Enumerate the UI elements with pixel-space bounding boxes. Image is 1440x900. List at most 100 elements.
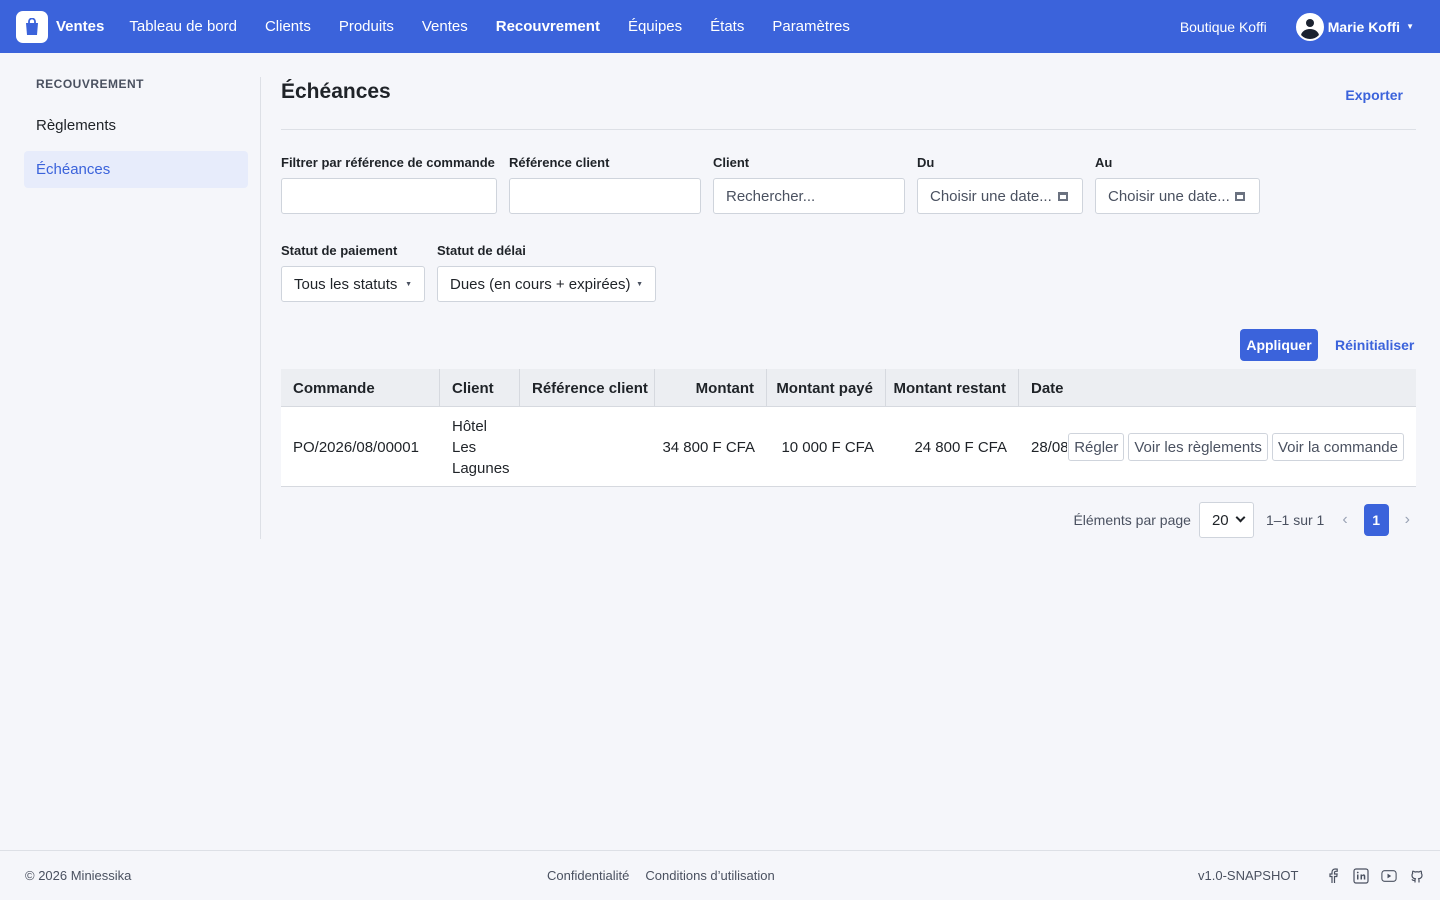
- nav-link-collection[interactable]: Recouvrement: [496, 18, 600, 35]
- cell-order: PO/2026/08/00001: [293, 438, 419, 456]
- delay-status-select[interactable]: Dues (en cours + expirées) ▼: [437, 266, 656, 302]
- chevron-down-icon: [1235, 512, 1246, 523]
- facebook-icon[interactable]: [1325, 867, 1341, 884]
- client-filter: Client Rechercher...: [713, 155, 905, 214]
- payment-status-value: Tous les statuts: [294, 275, 398, 293]
- order-ref-label: Filtrer par référence de commande: [281, 155, 495, 170]
- social-links: [1313, 867, 1425, 884]
- youtube-icon[interactable]: [1381, 868, 1397, 884]
- cell-date: 28/08: [1031, 438, 1067, 456]
- page-title: Échéances: [281, 80, 391, 103]
- column-header-remaining[interactable]: Montant restant: [886, 369, 1019, 407]
- cell-client-ref: [520, 407, 655, 487]
- nav-link-products[interactable]: Produits: [339, 18, 394, 35]
- nav-link-clients[interactable]: Clients: [265, 18, 311, 35]
- terms-link[interactable]: Conditions d’utilisation: [645, 868, 774, 883]
- store-switcher[interactable]: Boutique Koffi: [1180, 19, 1267, 35]
- apply-button[interactable]: Appliquer: [1240, 329, 1318, 361]
- cell-remaining: 24 800 F CFA: [914, 438, 1007, 456]
- delay-status-filter: Statut de délai Dues (en cours + expirée…: [437, 243, 656, 302]
- per-page-value: 20: [1211, 511, 1229, 529]
- client-ref-filter: Référence client: [509, 155, 701, 214]
- date-from-filter: Du Choisir une date...: [917, 155, 1083, 214]
- app-version: v1.0-SNAPSHOT: [1198, 868, 1299, 883]
- client-ref-label: Référence client: [509, 155, 610, 170]
- sidebar: RECOUVREMENT Règlements Échéances: [24, 77, 248, 188]
- per-page-label: Éléments par page: [1073, 512, 1191, 528]
- column-header-client-ref[interactable]: Référence client: [520, 369, 655, 407]
- export-button[interactable]: Exporter: [1345, 87, 1403, 103]
- user-menu[interactable]: Marie Koffi ▼: [1295, 12, 1414, 41]
- table-header: Commande Client Référence client Montant…: [281, 369, 1416, 407]
- payment-status-select[interactable]: Tous les statuts ▼: [281, 266, 425, 302]
- main-content: Échéances Exporter Filtrer par référence…: [281, 77, 1416, 538]
- date-to-filter: Au Choisir une date...: [1095, 155, 1260, 214]
- delay-status-value: Dues (en cours + expirées): [450, 275, 631, 293]
- column-header-paid[interactable]: Montant payé: [767, 369, 886, 407]
- sidebar-item-payments[interactable]: Règlements: [24, 107, 248, 144]
- date-to-label: Au: [1095, 155, 1113, 170]
- nav-link-sales[interactable]: Ventes: [422, 18, 468, 35]
- linkedin-icon[interactable]: [1353, 867, 1369, 884]
- nav-link-teams[interactable]: Équipes: [628, 18, 682, 35]
- sidebar-divider: [260, 77, 261, 539]
- pagination: Éléments par page 20 1–1 sur 1 ‹ 1 ›: [1073, 502, 1416, 538]
- view-order-button[interactable]: Voir la commande: [1271, 433, 1404, 461]
- nav-link-dashboard[interactable]: Tableau de bord: [129, 18, 237, 35]
- brand-name: Ventes: [56, 18, 105, 35]
- cell-amount: 34 800 F CFA: [662, 438, 755, 456]
- sidebar-item-due-dates[interactable]: Échéances: [24, 151, 248, 188]
- reset-button[interactable]: Réinitialiser: [1335, 329, 1414, 361]
- nav-link-settings[interactable]: Paramètres: [772, 18, 850, 35]
- client-search-input[interactable]: Rechercher...: [713, 178, 905, 214]
- column-header-order[interactable]: Commande: [281, 369, 440, 407]
- calendar-icon: [1235, 192, 1245, 201]
- nav-right: Boutique Koffi Marie Koffi ▼: [1180, 0, 1414, 53]
- prev-page-button[interactable]: ‹: [1342, 511, 1347, 529]
- page-button-1[interactable]: 1: [1363, 504, 1389, 536]
- payment-status-filter: Statut de paiement Tous les statuts ▼: [281, 243, 425, 302]
- order-ref-input[interactable]: [281, 178, 497, 214]
- calendar-icon: [1058, 192, 1068, 201]
- client-ref-input[interactable]: [509, 178, 701, 214]
- row-actions: Régler Voir les règlements Voir la comma…: [1064, 433, 1404, 461]
- user-name: Marie Koffi: [1327, 18, 1401, 35]
- page-range: 1–1 sur 1: [1265, 512, 1325, 528]
- page-header: Échéances Exporter: [281, 77, 1416, 130]
- date-to-input[interactable]: Choisir une date...: [1095, 178, 1260, 214]
- column-header-date[interactable]: Date: [1019, 369, 1067, 407]
- shopping-bag-icon: [16, 10, 48, 43]
- date-from-label: Du: [917, 155, 935, 170]
- column-header-amount[interactable]: Montant: [655, 369, 767, 407]
- cell-paid: 10 000 F CFA: [781, 438, 874, 456]
- avatar: [1295, 12, 1324, 41]
- payment-status-label: Statut de paiement: [281, 243, 398, 258]
- footer-links: Confidentialité Conditions d’utilisation: [547, 868, 791, 883]
- view-payments-button[interactable]: Voir les règlements: [1128, 433, 1268, 461]
- brand[interactable]: Ventes: [16, 10, 105, 43]
- main-nav: Tableau de bord Clients Produits Ventes …: [129, 18, 878, 35]
- client-label: Client: [713, 155, 750, 170]
- caret-down-icon: ▼: [1406, 22, 1414, 31]
- date-from-placeholder: Choisir une date...: [930, 187, 1052, 205]
- sidebar-title: RECOUVREMENT: [36, 77, 145, 91]
- copyright: © 2026 Miniessika: [25, 868, 132, 883]
- next-page-button[interactable]: ›: [1405, 511, 1410, 529]
- nav-link-reports[interactable]: États: [710, 18, 744, 35]
- settle-button[interactable]: Régler: [1068, 433, 1125, 461]
- order-ref-filter: Filtrer par référence de commande: [281, 155, 497, 214]
- top-navbar: Ventes Tableau de bord Clients Produits …: [0, 0, 1440, 53]
- due-dates-table: Commande Client Référence client Montant…: [281, 369, 1416, 487]
- caret-down-icon: ▼: [405, 281, 412, 288]
- date-to-placeholder: Choisir une date...: [1108, 187, 1230, 205]
- date-from-input[interactable]: Choisir une date...: [917, 178, 1083, 214]
- privacy-link[interactable]: Confidentialité: [547, 868, 629, 883]
- caret-down-icon: ▼: [636, 281, 643, 288]
- cell-client: Hôtel Les Lagunes: [452, 417, 510, 477]
- github-icon[interactable]: [1409, 868, 1425, 884]
- column-header-client[interactable]: Client: [440, 369, 520, 407]
- table-row: PO/2026/08/00001 Hôtel Les Lagunes 34 80…: [281, 407, 1416, 487]
- delay-status-label: Statut de délai: [437, 243, 526, 258]
- footer: © 2026 Miniessika Confidentialité Condit…: [0, 850, 1440, 900]
- per-page-select[interactable]: 20: [1198, 502, 1254, 538]
